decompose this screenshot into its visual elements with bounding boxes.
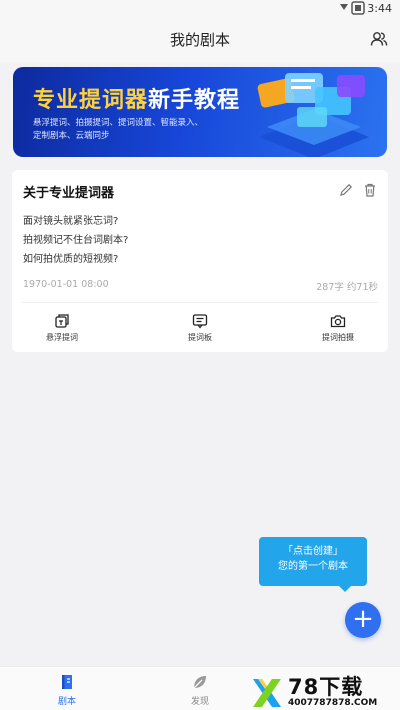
script-preview: 面对镜头就紧张忘词? 拍视频记不住台词剧本? 如何拍优质的短视频? xyxy=(23,212,128,269)
script-title: 关于专业提词器 xyxy=(23,186,115,201)
floating-prompt-button[interactable]: 悬浮提词 xyxy=(22,313,102,343)
card-divider xyxy=(22,302,378,303)
create-script-button[interactable]: + xyxy=(345,602,381,638)
tooltip-line2: 您的第一个剧本 xyxy=(278,561,348,572)
script-stats: 287字 约71秒 xyxy=(316,282,378,293)
site-watermark: 78下载 4007787878.COM xyxy=(250,676,398,710)
camera-icon xyxy=(330,315,346,328)
prompter-board-icon xyxy=(192,314,208,329)
script-card[interactable]: 关于专业提词器 面对镜头就紧张忘词? 拍视频记不住台词剧本? 如何拍优质的短视频… xyxy=(12,170,388,352)
watermark-name: 78下载 xyxy=(288,675,364,699)
create-hint-tooltip: 「点击创建」 您的第一个剧本 xyxy=(259,537,367,592)
tab-discover[interactable]: 发现 xyxy=(170,673,230,707)
banner-title: 专业提词器新手教程 xyxy=(33,82,240,114)
tab-label: 发现 xyxy=(190,697,209,707)
status-bar: 3:44 xyxy=(0,0,400,18)
edit-button[interactable] xyxy=(338,182,354,198)
tooltip-line1: 「点击创建」 xyxy=(283,546,343,557)
action-label: 提词拍摄 xyxy=(322,333,354,342)
floating-window-icon xyxy=(55,314,69,328)
header: 我的剧本 xyxy=(0,18,400,62)
discover-leaf-icon xyxy=(193,676,206,689)
status-time: 3:44 xyxy=(367,2,392,15)
banner-subtitle: 悬浮提词、拍摄提词、提词设置、智能录入、 定制剧本、云端同步 xyxy=(33,117,223,143)
action-label: 悬浮提词 xyxy=(46,333,78,342)
action-label: 提词板 xyxy=(188,333,212,342)
prompt-shoot-button[interactable]: 提词拍摄 xyxy=(298,313,378,343)
users-button[interactable] xyxy=(368,28,390,50)
tab-scripts[interactable]: 剧本 xyxy=(37,673,97,707)
script-preview-line: 面对镜头就紧张忘词? xyxy=(23,216,119,227)
watermark-logo xyxy=(253,679,281,707)
trash-icon xyxy=(365,183,375,197)
banner-title-highlight: 专业提词器 xyxy=(33,88,149,113)
status-icons xyxy=(340,1,365,15)
script-preview-line: 拍视频记不住台词剧本? xyxy=(23,235,129,246)
pencil-icon xyxy=(340,183,353,196)
tab-label: 剧本 xyxy=(57,697,76,707)
users-icon xyxy=(370,32,388,46)
banner-illustration xyxy=(257,73,369,157)
banner-subtitle-line1: 悬浮提词、拍摄提词、提词设置、智能录入、 xyxy=(33,118,204,128)
banner-subtitle-line2: 定制剧本、云端同步 xyxy=(33,131,110,141)
prompter-board-button[interactable]: 提词板 xyxy=(160,313,240,343)
script-date: 1970-01-01 08:00 xyxy=(23,279,109,290)
watermark-url: 4007787878.COM xyxy=(288,698,378,708)
delete-button[interactable] xyxy=(362,182,378,198)
script-preview-line: 如何拍优质的短视频? xyxy=(23,254,119,265)
tutorial-banner[interactable]: 专业提词器新手教程 悬浮提词、拍摄提词、提词设置、智能录入、 定制剧本、云端同步 xyxy=(13,67,387,157)
script-book-icon xyxy=(62,675,72,689)
page-title: 我的剧本 xyxy=(169,31,230,49)
